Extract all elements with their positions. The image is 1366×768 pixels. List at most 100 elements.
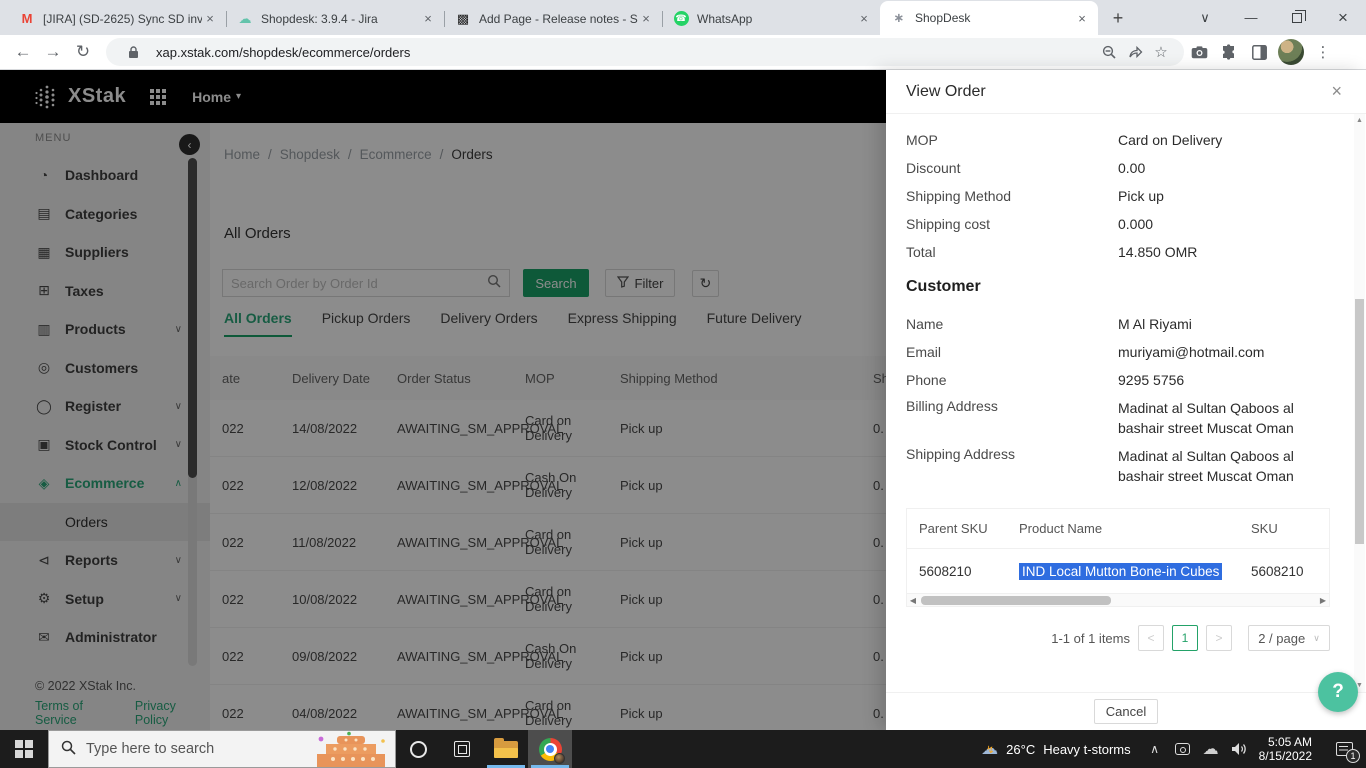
- restore-button[interactable]: [1274, 0, 1320, 35]
- drawer-header: View Order ×: [886, 70, 1366, 114]
- close-window-button[interactable]: ×: [1320, 0, 1366, 35]
- browser-tabstrip: M [JIRA] (SD-2625) Sync SD inve × ☁ Shop…: [0, 0, 1366, 35]
- tab-close-icon[interactable]: ×: [202, 11, 218, 27]
- col-parent-sku: Parent SKU: [919, 521, 1019, 536]
- pagination-page-1[interactable]: 1: [1172, 625, 1198, 651]
- page-size-select[interactable]: 2 / page ∨: [1248, 625, 1330, 651]
- cortana-button[interactable]: [396, 730, 440, 768]
- selected-product-name[interactable]: IND Local Mutton Bone-in Cubes: [1019, 563, 1222, 580]
- zoom-icon[interactable]: [1096, 39, 1122, 65]
- col-product-name: Product Name: [1019, 521, 1251, 536]
- share-icon[interactable]: [1122, 39, 1148, 65]
- profile-avatar[interactable]: [1278, 39, 1304, 65]
- taskbar-search-placeholder: Type here to search: [86, 741, 313, 757]
- browser-toolbar: ← → ↻ xap.xstak.com/shopdesk/ecommerce/o…: [0, 35, 1366, 70]
- taskbar-search[interactable]: Type here to search: [48, 730, 396, 768]
- onedrive-cloud-icon: ☁: [1203, 739, 1219, 759]
- tab-close-icon[interactable]: ×: [420, 11, 436, 27]
- field-row: Shipping cost0.000: [906, 210, 1352, 238]
- drawer-close-icon[interactable]: ×: [1331, 81, 1342, 102]
- cortana-icon: [410, 741, 427, 758]
- field-label: Email: [906, 344, 1118, 360]
- new-tab-button[interactable]: +: [1104, 4, 1132, 32]
- address-bar[interactable]: xap.xstak.com/shopdesk/ecommerce/orders …: [106, 38, 1184, 66]
- task-view-button[interactable]: [440, 730, 484, 768]
- clock[interactable]: 5:05 AM 8/15/2022: [1253, 735, 1322, 763]
- field-row: Billing AddressMadinat al Sultan Qaboos …: [906, 394, 1352, 442]
- start-button[interactable]: [0, 730, 48, 768]
- page-content: XStak Home ▾ MENU ◔Dashboard ▤Categories…: [0, 70, 1366, 730]
- tab-title: [JIRA] (SD-2625) Sync SD inve: [43, 12, 202, 26]
- meet-now-button[interactable]: [1169, 730, 1197, 768]
- tab-title: Shopdesk: 3.9.4 - Jira: [261, 12, 420, 26]
- help-button[interactable]: ?: [1318, 672, 1358, 712]
- weather-widget[interactable]: ☁↯ 26°C Heavy t-storms: [971, 739, 1140, 759]
- browser-tab-confluence[interactable]: ▩ Add Page - Release notes - S ×: [444, 2, 662, 35]
- pagination-next-button[interactable]: >: [1206, 625, 1232, 651]
- field-row: Shipping MethodPick up: [906, 182, 1352, 210]
- field-value: Madinat al Sultan Qaboos al bashair stre…: [1118, 394, 1303, 442]
- tab-close-icon[interactable]: ×: [638, 11, 654, 27]
- file-explorer-button[interactable]: [484, 730, 528, 768]
- hscrollbar-thumb[interactable]: [921, 596, 1111, 605]
- cell-parent-sku: 5608210: [919, 564, 1019, 579]
- drawer-scrollbar-thumb[interactable]: [1355, 299, 1364, 544]
- minimize-button[interactable]: —: [1228, 0, 1274, 35]
- browser-tab-shopdesk-jira[interactable]: ☁ Shopdesk: 3.9.4 - Jira ×: [226, 2, 444, 35]
- tab-close-icon[interactable]: ×: [856, 11, 872, 27]
- product-table-header: Parent SKU Product Name SKU: [907, 509, 1329, 549]
- search-doodle-illustration[interactable]: [313, 731, 389, 767]
- field-value: Madinat al Sultan Qaboos al bashair stre…: [1118, 442, 1303, 490]
- notification-center-button[interactable]: 1: [1322, 730, 1366, 768]
- col-sku: SKU: [1251, 521, 1329, 536]
- customer-heading: Customer: [906, 278, 1352, 296]
- tab-title: WhatsApp: [697, 12, 856, 26]
- reload-button[interactable]: ↻: [68, 37, 98, 67]
- task-view-icon: [454, 741, 470, 757]
- field-value: 14.850 OMR: [1118, 238, 1352, 266]
- bookmark-star-icon[interactable]: ☆: [1148, 39, 1174, 65]
- field-label: Phone: [906, 372, 1118, 388]
- product-row[interactable]: 5608210 IND Local Mutton Bone-in Cubes 5…: [907, 549, 1329, 593]
- volume-button[interactable]: [1225, 730, 1253, 768]
- speaker-icon: [1231, 742, 1247, 756]
- browser-tab-shopdesk-active[interactable]: ∗ ShopDesk ×: [880, 1, 1098, 35]
- forward-button[interactable]: →: [38, 37, 68, 67]
- lightning-icon: ↯: [986, 745, 994, 756]
- cloud-icon: ☁: [236, 10, 254, 28]
- drawer-mask[interactable]: [0, 70, 886, 730]
- browser-tab-whatsapp[interactable]: ☎ WhatsApp ×: [662, 2, 880, 35]
- pagination-prev-button[interactable]: <: [1138, 625, 1164, 651]
- field-row: Emailmuriyami@hotmail.com: [906, 338, 1352, 366]
- browser-tab-jira[interactable]: M [JIRA] (SD-2625) Sync SD inve ×: [8, 2, 226, 35]
- side-panel-icon[interactable]: [1244, 37, 1274, 67]
- browser-menu-icon[interactable]: ⋮: [1308, 37, 1338, 67]
- chrome-taskbar-button[interactable]: [528, 730, 572, 768]
- camera-extension-icon[interactable]: [1184, 37, 1214, 67]
- onedrive-button[interactable]: ☁: [1197, 730, 1225, 768]
- field-value: 0.000: [1118, 210, 1352, 238]
- drawer-scrollbar[interactable]: ▲ ▼: [1354, 114, 1365, 692]
- page-size-value: 2 / page: [1258, 631, 1305, 646]
- scroll-up-icon[interactable]: ▲: [1354, 117, 1365, 124]
- clock-time: 5:05 AM: [1259, 735, 1312, 749]
- product-table-hscrollbar[interactable]: ◀ ▶: [906, 594, 1330, 607]
- weather-temp: 26°C: [1006, 742, 1035, 757]
- field-value: 0.00: [1118, 154, 1352, 182]
- field-label: Name: [906, 316, 1118, 332]
- scroll-right-icon[interactable]: ▶: [1317, 596, 1329, 605]
- cancel-button[interactable]: Cancel: [1094, 699, 1158, 724]
- extensions-puzzle-icon[interactable]: [1214, 37, 1244, 67]
- tab-search-icon[interactable]: ∨: [1182, 0, 1228, 35]
- lock-icon: [120, 39, 146, 65]
- tab-close-icon[interactable]: ×: [1074, 10, 1090, 26]
- field-row: MOPCard on Delivery: [906, 126, 1352, 154]
- field-value: Card on Delivery: [1118, 126, 1352, 154]
- scroll-left-icon[interactable]: ◀: [907, 596, 919, 605]
- url-text[interactable]: xap.xstak.com/shopdesk/ecommerce/orders: [156, 45, 1096, 60]
- field-value: M Al Riyami: [1118, 310, 1352, 338]
- field-label: Billing Address: [906, 394, 1118, 414]
- search-icon: [61, 740, 76, 759]
- tray-expand-chevron[interactable]: ∧: [1141, 730, 1169, 768]
- back-button[interactable]: ←: [8, 37, 38, 67]
